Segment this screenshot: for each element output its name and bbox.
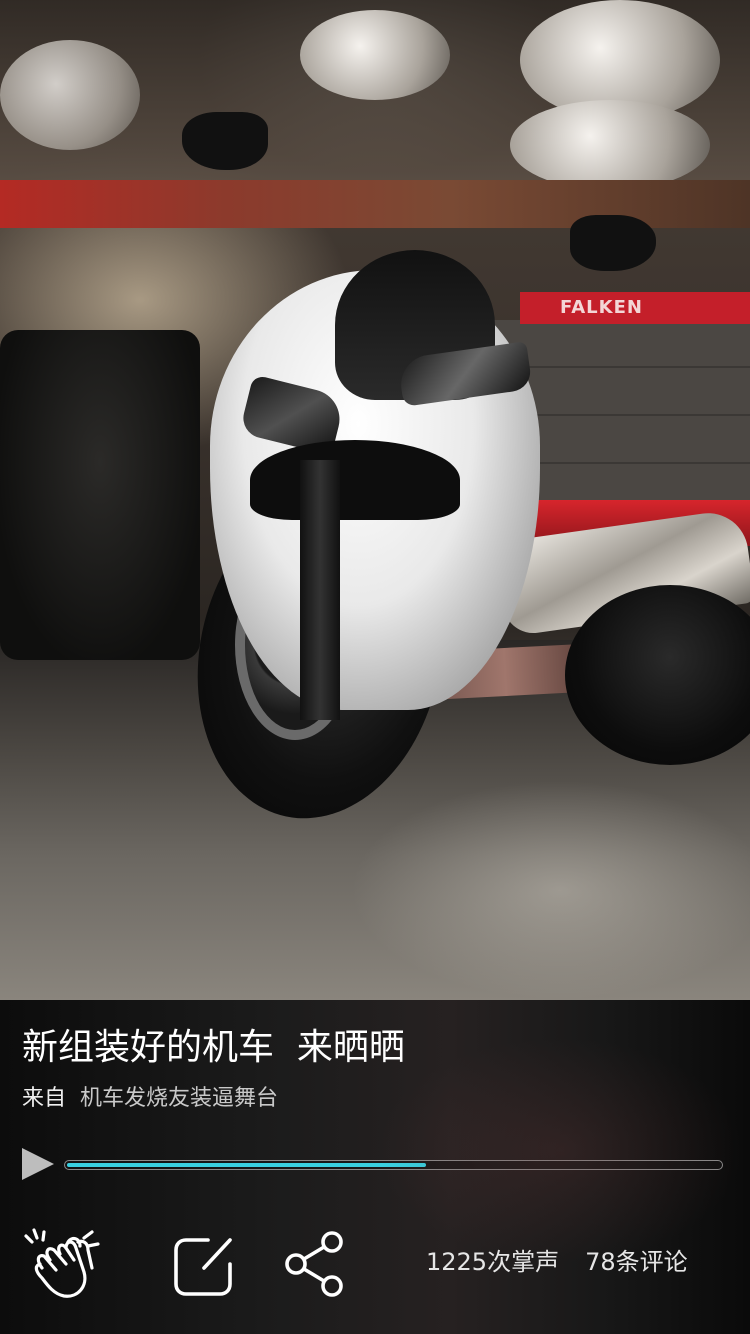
front-fender xyxy=(250,440,460,520)
post-source: 来自 机车发烧友装逼舞台 xyxy=(22,1084,278,1114)
mirror-left xyxy=(182,112,268,170)
wheel-rim xyxy=(0,40,140,150)
wheel-rim xyxy=(300,10,450,100)
post-detail-screen: FALKEN 新组装好的机车 来晒晒 来自 机车发烧友装逼舞台 1225次掌声 … xyxy=(0,0,750,1334)
source-group-link[interactable]: 机车发烧友装逼舞台 xyxy=(80,1086,278,1111)
source-label: 来自 xyxy=(22,1086,67,1111)
info-panel: 新组装好的机车 来晒晒 来自 机车发烧友装逼舞台 1225次掌声 78条评论 xyxy=(0,1000,750,1334)
tire-stack xyxy=(0,330,200,660)
audio-progress-bar[interactable] xyxy=(64,1160,723,1170)
motorcycle xyxy=(168,100,660,842)
front-fork xyxy=(300,460,340,720)
action-bar: 1225次掌声 78条评论 xyxy=(0,1220,750,1310)
applause-count[interactable]: 1225次掌声 xyxy=(426,1248,559,1276)
clapping-hands-icon[interactable] xyxy=(22,1228,102,1300)
engagement-counts: 1225次掌声 78条评论 xyxy=(426,1246,688,1278)
mirror-right xyxy=(570,215,656,271)
edit-square-icon[interactable] xyxy=(168,1228,238,1300)
play-icon[interactable] xyxy=(20,1146,56,1182)
post-title: 新组装好的机车 来晒晒 xyxy=(22,1027,405,1068)
audio-progress-fill xyxy=(67,1163,426,1167)
motorcycle-photo[interactable]: FALKEN xyxy=(0,0,750,1000)
comment-count[interactable]: 78条评论 xyxy=(585,1248,688,1276)
share-nodes-icon[interactable] xyxy=(280,1228,350,1300)
